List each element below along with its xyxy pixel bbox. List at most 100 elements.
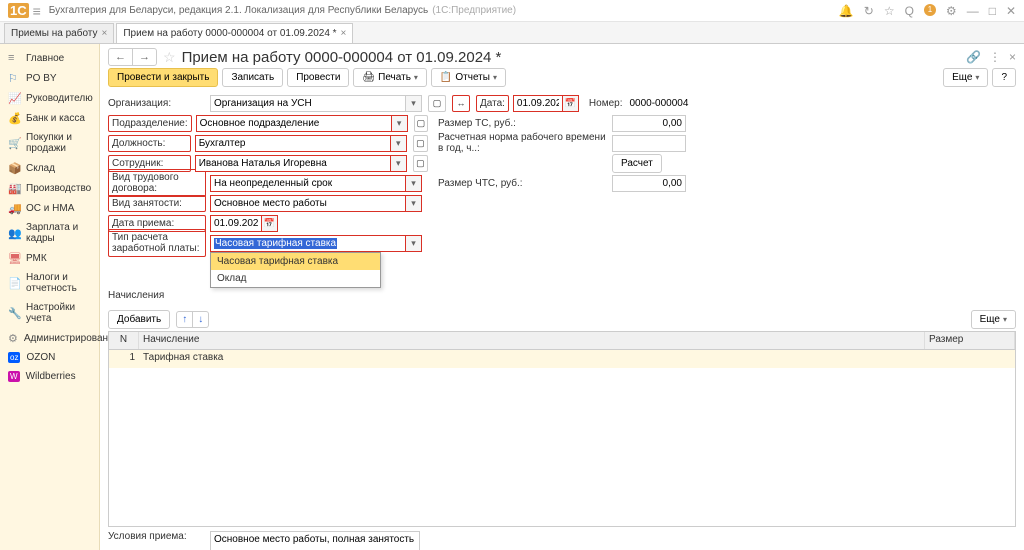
truck-icon: 🚚 bbox=[8, 202, 20, 214]
sidebar-item-ozon[interactable]: ozOZON bbox=[0, 348, 99, 367]
paytype-label: Тип расчета заработной платы: bbox=[108, 229, 206, 257]
sidebar-item-sales[interactable]: 🛒Покупки и продажи bbox=[0, 128, 99, 158]
post-close-button[interactable]: Провести и закрыть bbox=[108, 68, 218, 87]
window-controls: 🔔 ↻ ☆ Q 1 ⚙ — □ ✕ bbox=[839, 4, 1016, 18]
search-q-icon[interactable]: Q bbox=[905, 4, 914, 18]
sidebar-item-rmk[interactable]: 🖥РМК bbox=[0, 248, 99, 268]
wb-icon: W bbox=[8, 371, 20, 382]
tab-close-icon[interactable]: × bbox=[341, 28, 347, 39]
dropdown-icon[interactable]: ▾ bbox=[406, 95, 422, 112]
sidebar-item-taxes[interactable]: 📄Налоги и отчетность bbox=[0, 268, 99, 298]
tab-close-icon[interactable]: × bbox=[101, 28, 107, 39]
star-icon[interactable]: ☆ bbox=[884, 4, 895, 18]
favorite-icon[interactable]: ☆ bbox=[163, 49, 176, 66]
titlebar: 1C ≡ Бухгалтерия для Беларуси, редакция … bbox=[0, 0, 1024, 22]
col-size: Размер bbox=[925, 332, 1015, 349]
sidebar-item-hr[interactable]: 👥Зарплата и кадры bbox=[0, 218, 99, 248]
sidebar-item-manager[interactable]: 📈Руководителю bbox=[0, 88, 99, 108]
paytype-input[interactable]: Часовая тарифная ставка bbox=[210, 235, 406, 252]
move-up-icon[interactable]: ↑ bbox=[177, 312, 193, 327]
history-icon[interactable]: ↻ bbox=[864, 4, 874, 18]
table-row[interactable]: 1 Тарифная ставка bbox=[109, 350, 1015, 368]
sidebar-item-main[interactable]: ≡Главное bbox=[0, 48, 99, 68]
hamburger-icon[interactable]: ≡ bbox=[33, 3, 41, 19]
org-input[interactable] bbox=[210, 95, 406, 112]
accruals-label: Начисления bbox=[108, 290, 164, 301]
open-icon[interactable]: ▢ bbox=[413, 155, 428, 172]
logo-1c: 1C bbox=[8, 3, 29, 18]
sidebar-item-settings[interactable]: 🔧Настройки учета bbox=[0, 298, 99, 328]
link-icon[interactable]: 🔗 bbox=[966, 50, 981, 64]
save-button[interactable]: Записать bbox=[222, 68, 283, 87]
post-button[interactable]: Провести bbox=[287, 68, 349, 87]
maximize-icon[interactable]: □ bbox=[989, 4, 996, 18]
bell-icon[interactable]: 🔔 bbox=[839, 4, 854, 18]
open-icon[interactable]: ▢ bbox=[414, 115, 428, 132]
calc-button[interactable]: Расчет bbox=[612, 154, 662, 173]
minimize-icon[interactable]: — bbox=[967, 4, 979, 18]
dropdown-icon[interactable]: ▾ bbox=[406, 195, 422, 212]
dropdown-icon[interactable]: ▾ bbox=[391, 135, 407, 152]
back-button[interactable]: ← bbox=[109, 49, 133, 65]
tabbar: Приемы на работу× Прием на работу 0000-0… bbox=[0, 22, 1024, 44]
emptype-input[interactable] bbox=[210, 195, 406, 212]
org-label: Организация: bbox=[108, 98, 206, 109]
sidebar-item-admin[interactable]: ⚙Администрирование bbox=[0, 328, 99, 348]
notification-badge[interactable]: 1 bbox=[924, 4, 936, 16]
sidebar-item-poby[interactable]: ⚐PO BY bbox=[0, 68, 99, 88]
more-button-2[interactable]: Еще▾ bbox=[971, 310, 1016, 329]
settings-icon[interactable]: ⚙ bbox=[946, 4, 957, 18]
contract-label: Вид трудового договора: bbox=[108, 169, 206, 197]
help-button[interactable]: ? bbox=[992, 68, 1016, 87]
flag-icon: ⚐ bbox=[8, 72, 20, 84]
date-input[interactable] bbox=[513, 95, 563, 112]
rate-ts-input[interactable] bbox=[612, 115, 686, 132]
dropdown-icon[interactable]: ▾ bbox=[406, 235, 422, 252]
calendar-icon[interactable]: 📅 bbox=[262, 215, 278, 232]
paytype-option-salary[interactable]: Оклад bbox=[211, 270, 380, 287]
menu-icon[interactable]: ⋮ bbox=[989, 50, 1001, 64]
forward-button[interactable]: → bbox=[133, 49, 156, 65]
move-down-icon[interactable]: ↓ bbox=[193, 312, 208, 327]
norm-input[interactable] bbox=[612, 135, 686, 152]
sidebar-item-warehouse[interactable]: 📦Склад bbox=[0, 158, 99, 178]
rate-ts-label: Размер ТС, руб.: bbox=[438, 118, 608, 129]
sidebar-item-bank[interactable]: 💰Банк и касса bbox=[0, 108, 99, 128]
sidebar-item-wb[interactable]: WWildberries bbox=[0, 367, 99, 386]
sidebar: ≡Главное ⚐PO BY 📈Руководителю 💰Банк и ка… bbox=[0, 44, 100, 550]
contract-input[interactable] bbox=[210, 175, 406, 192]
emp-input[interactable] bbox=[195, 155, 391, 172]
col-name: Начисление bbox=[139, 332, 925, 349]
paytype-option-hourly[interactable]: Часовая тарифная ставка bbox=[211, 253, 380, 270]
tab-hires[interactable]: Приемы на работу× bbox=[4, 23, 114, 43]
tab-hire-doc[interactable]: Прием на работу 0000-000004 от 01.09.202… bbox=[116, 23, 353, 43]
chart-icon: 📈 bbox=[8, 92, 20, 104]
dropdown-icon[interactable]: ▾ bbox=[391, 155, 407, 172]
subdiv-input[interactable] bbox=[196, 115, 392, 132]
dropdown-icon[interactable]: ▾ bbox=[392, 115, 408, 132]
doc-title: Прием на работу 0000-000004 от 01.09.202… bbox=[182, 49, 502, 66]
close-icon[interactable]: ✕ bbox=[1006, 4, 1016, 18]
rate-chts-input[interactable] bbox=[612, 175, 686, 192]
sidebar-item-assets[interactable]: 🚚ОС и НМА bbox=[0, 198, 99, 218]
cond-input[interactable] bbox=[210, 531, 420, 550]
print-button[interactable]: 🖨Печать▾ bbox=[353, 68, 426, 87]
add-button[interactable]: Добавить bbox=[108, 310, 170, 329]
pos-label: Должность: bbox=[108, 135, 191, 152]
subdiv-label: Подразделение: bbox=[108, 115, 192, 132]
doc-icon: 📄 bbox=[8, 277, 20, 289]
cart-icon: 🛒 bbox=[8, 137, 20, 149]
calendar-icon[interactable]: 📅 bbox=[563, 95, 579, 112]
factory-icon: 🏭 bbox=[8, 182, 20, 194]
close-doc-icon[interactable]: × bbox=[1009, 50, 1016, 64]
hiredate-input[interactable] bbox=[210, 215, 262, 232]
sidebar-item-production[interactable]: 🏭Производство bbox=[0, 178, 99, 198]
move-buttons: ↑ ↓ bbox=[176, 311, 209, 328]
more-button[interactable]: Еще▾ bbox=[943, 68, 988, 87]
open-icon[interactable]: ▢ bbox=[413, 135, 428, 152]
open-icon[interactable]: ▢ bbox=[428, 95, 446, 112]
link-org-icon[interactable]: ↔ bbox=[452, 95, 470, 112]
reports-button[interactable]: 📋Отчеты▾ bbox=[431, 68, 506, 87]
dropdown-icon[interactable]: ▾ bbox=[406, 175, 422, 192]
pos-input[interactable] bbox=[195, 135, 391, 152]
